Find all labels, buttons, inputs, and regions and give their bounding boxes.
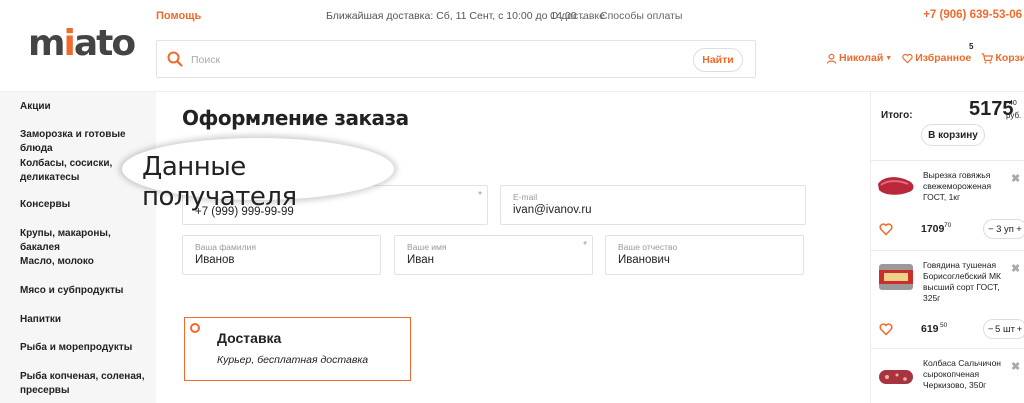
total-label: Итого: <box>881 110 913 121</box>
product-price-kopecks: 70 <box>944 222 952 229</box>
cart-count-badge: 5 <box>969 42 974 51</box>
to-cart-button[interactable]: В корзину <box>921 124 985 146</box>
product-name[interactable]: Вырезка говяжья свежемороженая ГОСТ, 1кг <box>923 170 1013 203</box>
logo-text: miato <box>28 23 136 64</box>
product-price-kopecks: 50 <box>940 322 948 329</box>
cart-label: Корзина <box>995 52 1024 64</box>
sidebar-item-grocery[interactable]: Крупы, макароны, бакалея <box>20 227 148 255</box>
search-icon <box>167 51 183 67</box>
favorites-link[interactable]: Избранное <box>902 52 971 64</box>
decrement-button[interactable]: − <box>988 224 994 235</box>
firstname-value: Иван <box>407 254 434 266</box>
sidebar-item-canned[interactable]: Консервы <box>20 198 148 212</box>
patronymic-field[interactable]: Ваше отчество Иванович <box>605 235 804 275</box>
user-icon <box>826 53 837 64</box>
quantity-stepper[interactable]: − 5 шт + <box>983 319 1024 339</box>
chevron-down-icon: ▼ <box>885 54 893 62</box>
help-link[interactable]: Помощь <box>156 10 201 22</box>
user-links: Николай▼ Избранное Корзина▼ <box>826 52 1024 64</box>
total-kopecks: 40 <box>1009 100 1017 107</box>
total-currency: руб. <box>1006 111 1022 120</box>
product-image <box>879 264 913 290</box>
email-value: ivan@ivanov.ru <box>513 204 592 216</box>
page-title: Оформление заказа <box>182 106 409 130</box>
nearest-delivery-text: Ближайшая доставка: Сб, 11 Сент, с 10:00… <box>326 10 577 22</box>
logo[interactable]: miato <box>28 22 136 66</box>
lastname-label: Ваша фамилия <box>195 242 256 252</box>
payment-methods-link[interactable]: Способы оплаты <box>600 10 682 22</box>
favorites-label: Избранное <box>915 52 972 64</box>
top-bar: Помощь Ближайшая доставка: Сб, 11 Сент, … <box>0 0 1024 32</box>
divider <box>871 348 1024 349</box>
required-mark: * <box>583 240 587 251</box>
product-image <box>878 177 914 195</box>
sidebar-item-promotions[interactable]: Акции <box>20 100 148 114</box>
product-price: 1709 <box>921 223 945 235</box>
recipient-heading: Данные получателя <box>142 152 297 212</box>
recipient-heading-highlight: Данные получателя <box>122 138 394 212</box>
delivery-option-card[interactable]: Доставка Курьер, бесплатная доставка <box>184 317 411 381</box>
product-name[interactable]: Колбаса Сальчичон сырокопченая Черкизово… <box>923 358 1013 391</box>
lastname-field[interactable]: Ваша фамилия Иванов <box>182 235 381 275</box>
required-mark: * <box>478 190 482 201</box>
product-image <box>879 370 913 384</box>
increment-button[interactable]: + <box>1016 224 1022 235</box>
about-delivery-link[interactable]: О доставке <box>550 10 605 22</box>
heart-icon[interactable] <box>879 222 893 236</box>
phone-number[interactable]: +7 (906) 639-53-06 <box>923 9 1022 21</box>
product-price: 619 <box>921 323 939 335</box>
heart-icon[interactable] <box>879 322 893 336</box>
delivery-subtitle: Курьер, бесплатная доставка <box>217 354 369 366</box>
phone-code: +7 (906) <box>923 9 967 21</box>
quantity-value: 3 уп <box>996 223 1014 235</box>
divider <box>871 250 1024 251</box>
close-icon[interactable]: ✖ <box>1011 262 1020 275</box>
lastname-value: Иванов <box>195 254 235 266</box>
sidebar-item-dairy[interactable]: Масло, молоко <box>20 255 148 269</box>
search-input[interactable] <box>191 50 591 70</box>
quantity-stepper[interactable]: − 3 уп + <box>983 219 1024 239</box>
sidebar-item-frozen[interactable]: Заморозка и готовые блюда <box>20 128 148 156</box>
search-bar: Найти <box>156 40 756 78</box>
divider <box>871 160 1024 161</box>
quantity-value: 5 шт <box>995 323 1015 335</box>
email-field[interactable]: E-mail ivan@ivanov.ru <box>500 185 806 225</box>
cart-summary-panel: Итого: 5175 40 руб. В корзину Вырезка го… <box>870 92 1024 403</box>
patronymic-label: Ваше отчество <box>618 242 678 252</box>
close-icon[interactable]: ✖ <box>1011 360 1020 373</box>
email-label: E-mail <box>513 192 538 202</box>
sidebar-item-meat[interactable]: Мясо и субпродукты <box>20 284 148 298</box>
cart-link[interactable]: Корзина▼ <box>981 52 1024 64</box>
delivery-radio[interactable] <box>190 323 200 333</box>
delivery-title: Доставка <box>217 330 282 346</box>
search-button[interactable]: Найти <box>693 48 743 72</box>
product-name[interactable]: Говядина тушеная Борисоглебский МК высши… <box>923 260 1013 304</box>
user-name: Николай <box>839 52 884 64</box>
patronymic-value: Иванович <box>618 254 670 266</box>
heart-icon <box>902 53 913 63</box>
user-menu[interactable]: Николай ▼ <box>826 52 892 64</box>
close-icon[interactable]: ✖ <box>1011 172 1020 185</box>
phone-digits: 639-53-06 <box>969 9 1022 21</box>
increment-button[interactable]: + <box>1017 324 1023 335</box>
cart-icon <box>981 52 994 63</box>
sidebar-item-drinks[interactable]: Напитки <box>20 313 148 327</box>
firstname-field[interactable]: Ваше имя Иван * <box>394 235 593 275</box>
sidebar-item-smoked-fish[interactable]: Рыба копченая, соленая, пресервы <box>20 370 148 398</box>
nearest-delivery[interactable]: Ближайшая доставка: Сб, 11 Сент, с 10:00… <box>326 10 586 22</box>
sidebar-item-seafood[interactable]: Рыба и морепродукты <box>20 341 148 355</box>
firstname-label: Ваше имя <box>407 242 447 252</box>
category-sidebar: Акции Заморозка и готовые блюда Колбасы,… <box>0 92 156 403</box>
decrement-button[interactable]: − <box>988 324 994 335</box>
